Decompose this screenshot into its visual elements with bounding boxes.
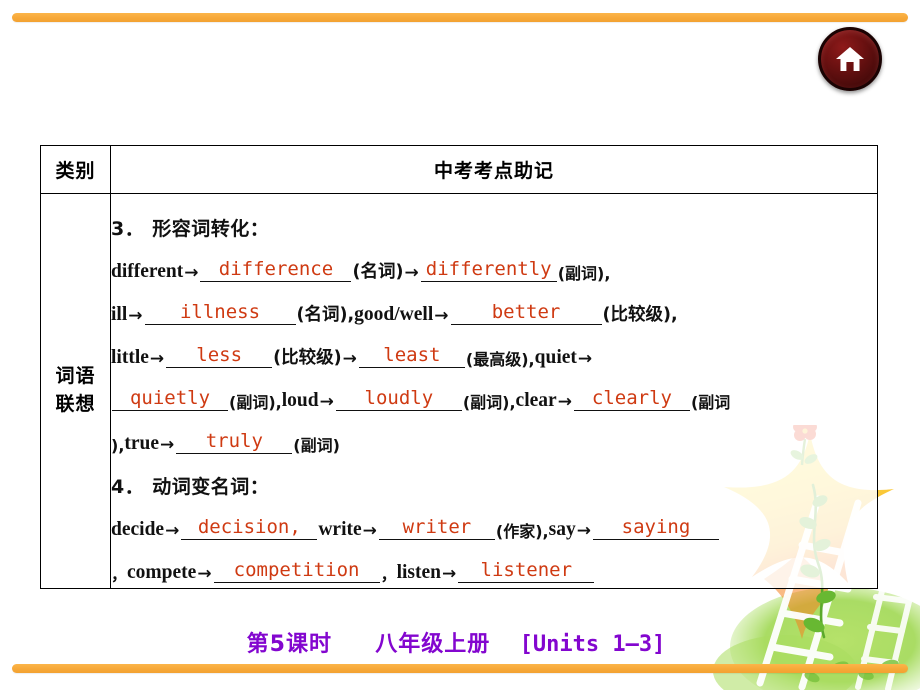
word-write: write [318,519,362,540]
table-header-row: 类别 中考考点助记 [40,145,878,194]
pos-adverb-1: (副词), [557,263,611,283]
answer-saying: saying [592,517,719,540]
word-listen: listen [396,562,442,583]
word-clear: clear [515,390,557,411]
column-header-category: 类别 [40,145,111,194]
section-3-number: 3． [111,217,145,240]
word-quiet: quiet [534,347,577,368]
comma-2: ， [380,564,397,584]
arrow-icon: → [557,391,572,412]
word-little: little [111,347,149,368]
home-button[interactable] [818,27,882,91]
arrow-icon: → [128,305,143,326]
answer-difference: difference [200,259,352,282]
pos-noun-1: (名词) [352,262,404,282]
word-good-well: good/well [354,304,434,325]
word-different: different [111,261,184,282]
line-true: ), true → truly (副词) [111,413,877,454]
arrow-icon: → [362,520,377,541]
section-4-heading: 4． 动词变名词： [111,456,877,497]
pos-comparative-2: (比较级) [273,348,342,368]
section-4-title: 动词变名词： [152,475,270,498]
category-label-line2: 联想 [55,393,96,415]
keypoints-content-cell: 3． 形容词转化： different → difference (名词) → … [110,193,878,589]
footer-book: 八年级上册 [375,632,491,657]
section-3-heading: 3． 形容词转化： [111,198,877,239]
arrow-icon: → [404,262,419,283]
line-little-quiet: little → less (比较级) → least (最高级), quiet… [111,327,877,368]
line-different: different → difference (名词) → differentl… [111,241,877,282]
pos-adverb-4-open: (副词 [690,392,731,412]
answer-differently: differently [420,259,557,282]
pos-superlative-1: (最高级), [465,349,535,369]
answer-least: least [358,345,465,368]
pos-adverb-3: (副词), [462,392,516,412]
arrow-icon: → [577,348,593,369]
line-quietly-loud-clear: quietly (副词), loud → loudly (副词), clear … [111,370,877,411]
line-ill-good: ill → illness (名词), good/well → better (… [111,284,877,325]
pos-adverb-2: (副词), [229,392,282,412]
pos-adverb-4-close: ), [111,435,125,455]
word-loud: loud [281,390,319,411]
footer-caption: 第5课时 八年级上册 [Units 1—3] [0,626,920,658]
word-decide: decide [111,519,165,540]
answer-quietly: quietly [112,388,228,411]
answer-writer: writer [378,517,495,540]
arrow-icon: → [149,348,165,369]
footer-lesson: 第5课时 [246,632,332,657]
line-decide-write-say: decide → decision, write → writer (作家), … [111,499,877,540]
answer-decision: decision, [181,517,318,540]
answer-loudly: loudly [335,388,462,411]
arrow-icon: → [342,348,357,369]
word-say: say [548,519,576,540]
word-true: true [124,433,160,454]
pos-comparative-1: (比较级), [602,305,678,325]
word-ill: ill [111,304,128,325]
home-icon [835,46,865,73]
arrow-icon: → [576,520,591,541]
section-4-number: 4． [111,475,145,498]
answer-illness: illness [144,302,296,325]
arrow-icon: → [442,563,457,584]
answer-truly: truly [176,431,293,454]
answer-clearly: clearly [573,388,690,411]
arrow-icon: → [160,434,175,455]
line-compete-listen: ， compete → competition ， listen → liste… [111,542,877,583]
section-3-title: 形容词转化： [152,217,270,240]
category-cell-word-association: 词语 联想 [40,193,111,589]
arrow-icon: → [165,520,180,541]
pos-noun-2: (名词), [296,305,355,325]
arrow-icon: → [184,262,199,283]
answer-listener: listener [458,560,595,583]
pos-adverb-5: (副词) [293,435,340,455]
word-compete: compete [127,562,197,583]
arrow-icon: → [319,391,334,412]
gloss-writer: (作家), [495,521,549,541]
answer-less: less [166,345,273,368]
category-label-line1: 词语 [55,365,96,388]
arrow-icon: → [434,305,449,326]
top-decorative-rule [12,13,908,22]
key-points-table: 类别 中考考点助记 词语 联想 3． 形容词转化： different → di… [40,145,878,589]
footer-units: [Units 1—3] [519,632,666,657]
column-header-keypoints: 中考考点助记 [110,145,878,194]
arrow-icon: → [197,563,212,584]
answer-competition: competition [213,560,380,583]
comma-1: ， [111,564,128,584]
table-row: 词语 联想 3． 形容词转化： different → difference (… [40,193,878,589]
answer-better: better [450,302,602,325]
bottom-decorative-rule [12,664,908,673]
